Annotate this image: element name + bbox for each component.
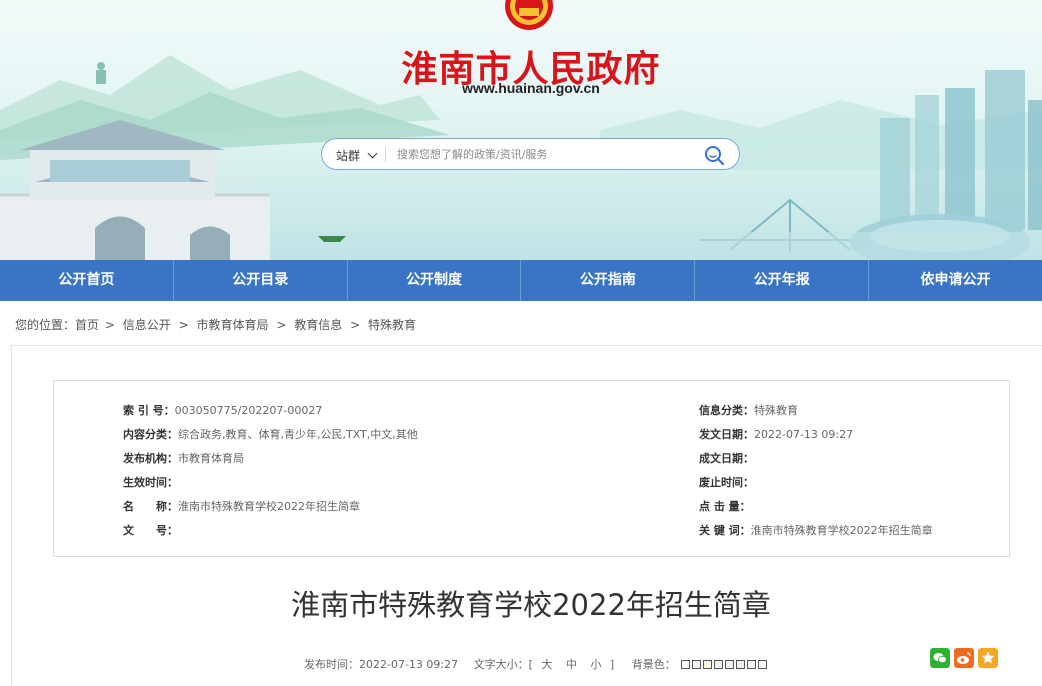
meta-row-keywords: 关 键 词：淮南市特殊教育学校2022年招生简章 bbox=[699, 522, 933, 538]
bg-color-swatch[interactable] bbox=[692, 659, 702, 669]
meta-row-expiry-date: 废止时间： bbox=[699, 474, 754, 490]
meta-label: 文 号： bbox=[123, 524, 178, 537]
meta-row-effective-date: 生效时间： bbox=[123, 474, 178, 490]
search-scope-label: 站群 bbox=[336, 149, 361, 163]
meta-label: 内容分类： bbox=[123, 428, 178, 441]
meta-value: 淮南市特殊教育学校2022年招生简章 bbox=[750, 524, 933, 537]
search-divider bbox=[385, 147, 386, 162]
publish-time: 2022-07-13 09:27 bbox=[359, 658, 459, 671]
meta-value: 特殊教育 bbox=[754, 404, 798, 417]
meta-row-name: 名 称：淮南市特殊教育学校2022年招生简章 bbox=[123, 498, 360, 514]
nav-item-home[interactable]: 公开首页 bbox=[0, 260, 174, 301]
breadcrumb-separator: > bbox=[104, 318, 115, 332]
meta-row-written-date: 成文日期： bbox=[699, 450, 754, 466]
meta-label: 点 击 量： bbox=[699, 500, 751, 513]
bg-color-swatch[interactable] bbox=[681, 659, 691, 669]
meta-row-info-category: 信息分类：特殊教育 bbox=[699, 402, 798, 418]
metadata-table: 索 引 号：003050775/202207-00027 内容分类：综合政务,教… bbox=[53, 380, 1010, 557]
breadcrumb-item[interactable]: 特殊教育 bbox=[368, 318, 416, 332]
meta-label: 关 键 词： bbox=[699, 524, 751, 537]
bg-color-swatch[interactable] bbox=[714, 659, 724, 669]
meta-label: 信息分类： bbox=[699, 404, 754, 417]
breadcrumb-item[interactable]: 信息公开 bbox=[123, 318, 171, 332]
chevron-down-icon bbox=[367, 148, 378, 159]
breadcrumb-separator: > bbox=[178, 318, 189, 332]
header-banner: 淮南市人民政府 www.huainan.gov.cn 站群 bbox=[0, 0, 1042, 260]
meta-label: 发文日期： bbox=[699, 428, 754, 441]
font-size-close: ] bbox=[609, 658, 615, 671]
breadcrumb: 您的位置：首页 > 信息公开 > 市教育体育局 > 教育信息 > 特殊教育 bbox=[15, 316, 418, 333]
meta-value: 003050775/202207-00027 bbox=[174, 404, 323, 417]
bg-color-swatch[interactable] bbox=[736, 659, 746, 669]
search-scope-dropdown[interactable]: 站群 bbox=[336, 147, 378, 164]
search-bar: 站群 bbox=[321, 138, 740, 170]
meta-row-publisher: 发布机构：市教育体育局 bbox=[123, 450, 244, 466]
search-icon[interactable] bbox=[703, 144, 725, 166]
meta-label: 生效时间： bbox=[123, 476, 178, 489]
nav-item-annual-report[interactable]: 公开年报 bbox=[695, 260, 870, 301]
meta-label: 名 称： bbox=[123, 500, 178, 513]
meta-value: 淮南市特殊教育学校2022年招生简章 bbox=[178, 500, 360, 513]
meta-label: 索 引 号： bbox=[123, 404, 175, 417]
meta-row-category: 内容分类：综合政务,教育、体育,青少年,公民,TXT,中文,其他 bbox=[123, 426, 418, 442]
meta-value: 2022-07-13 09:27 bbox=[754, 428, 854, 441]
article-title: 淮南市特殊教育学校2022年招生简章 bbox=[291, 588, 771, 622]
banner-scenery bbox=[0, 55, 1042, 260]
nav-item-request[interactable]: 依申请公开 bbox=[869, 260, 1042, 301]
bg-color-label: 背景色： bbox=[631, 658, 676, 671]
meta-value: 综合政务,教育、体育,青少年,公民,TXT,中文,其他 bbox=[178, 428, 418, 441]
meta-row-index: 索 引 号：003050775/202207-00027 bbox=[123, 402, 322, 418]
bg-color-swatch[interactable] bbox=[758, 659, 768, 669]
search-input[interactable] bbox=[397, 144, 687, 164]
font-size-label: 文字大小：[ bbox=[473, 658, 533, 671]
meta-label: 成文日期： bbox=[699, 452, 754, 465]
bg-color-swatch[interactable] bbox=[747, 659, 757, 669]
meta-label: 废止时间： bbox=[699, 476, 754, 489]
font-size-large-button[interactable]: 大 bbox=[541, 658, 552, 671]
meta-value: 市教育体育局 bbox=[178, 452, 244, 465]
font-size-medium-button[interactable]: 中 bbox=[566, 658, 577, 671]
favorite-icon[interactable] bbox=[978, 648, 998, 668]
nav-item-policy[interactable]: 公开制度 bbox=[348, 260, 522, 301]
national-emblem-icon bbox=[505, 0, 553, 30]
nav-item-catalog[interactable]: 公开目录 bbox=[174, 260, 348, 301]
breadcrumb-item[interactable]: 首页 bbox=[75, 318, 99, 332]
meta-label: 发布机构： bbox=[123, 452, 178, 465]
breadcrumb-separator: > bbox=[276, 318, 287, 332]
bg-color-swatch[interactable] bbox=[703, 659, 713, 669]
publish-time-label: 发布时间： bbox=[304, 658, 359, 671]
breadcrumb-prefix: 您的位置： bbox=[15, 318, 76, 332]
meta-row-issue-date: 发文日期：2022-07-13 09:27 bbox=[699, 426, 853, 442]
breadcrumb-separator: > bbox=[350, 318, 361, 332]
site-url: www.huainan.gov.cn bbox=[462, 80, 600, 96]
bg-color-swatches bbox=[681, 659, 769, 672]
nav-item-guide[interactable]: 公开指南 bbox=[521, 260, 696, 301]
article-toolbar: 发布时间：2022-07-13 09:27 文字大小：[ 大 中 小 ] 背景色… bbox=[304, 656, 769, 672]
meta-row-views: 点 击 量： bbox=[699, 498, 751, 514]
weibo-icon[interactable] bbox=[954, 648, 974, 668]
meta-row-doc-number: 文 号： bbox=[123, 522, 178, 538]
breadcrumb-item[interactable]: 教育信息 bbox=[294, 318, 342, 332]
bg-color-swatch[interactable] bbox=[725, 659, 735, 669]
font-size-small-button[interactable]: 小 bbox=[590, 658, 601, 671]
main-nav: 公开首页 公开目录 公开制度 公开指南 公开年报 依申请公开 bbox=[0, 260, 1042, 301]
breadcrumb-item[interactable]: 市教育体育局 bbox=[196, 318, 268, 332]
wechat-icon[interactable] bbox=[930, 648, 950, 668]
